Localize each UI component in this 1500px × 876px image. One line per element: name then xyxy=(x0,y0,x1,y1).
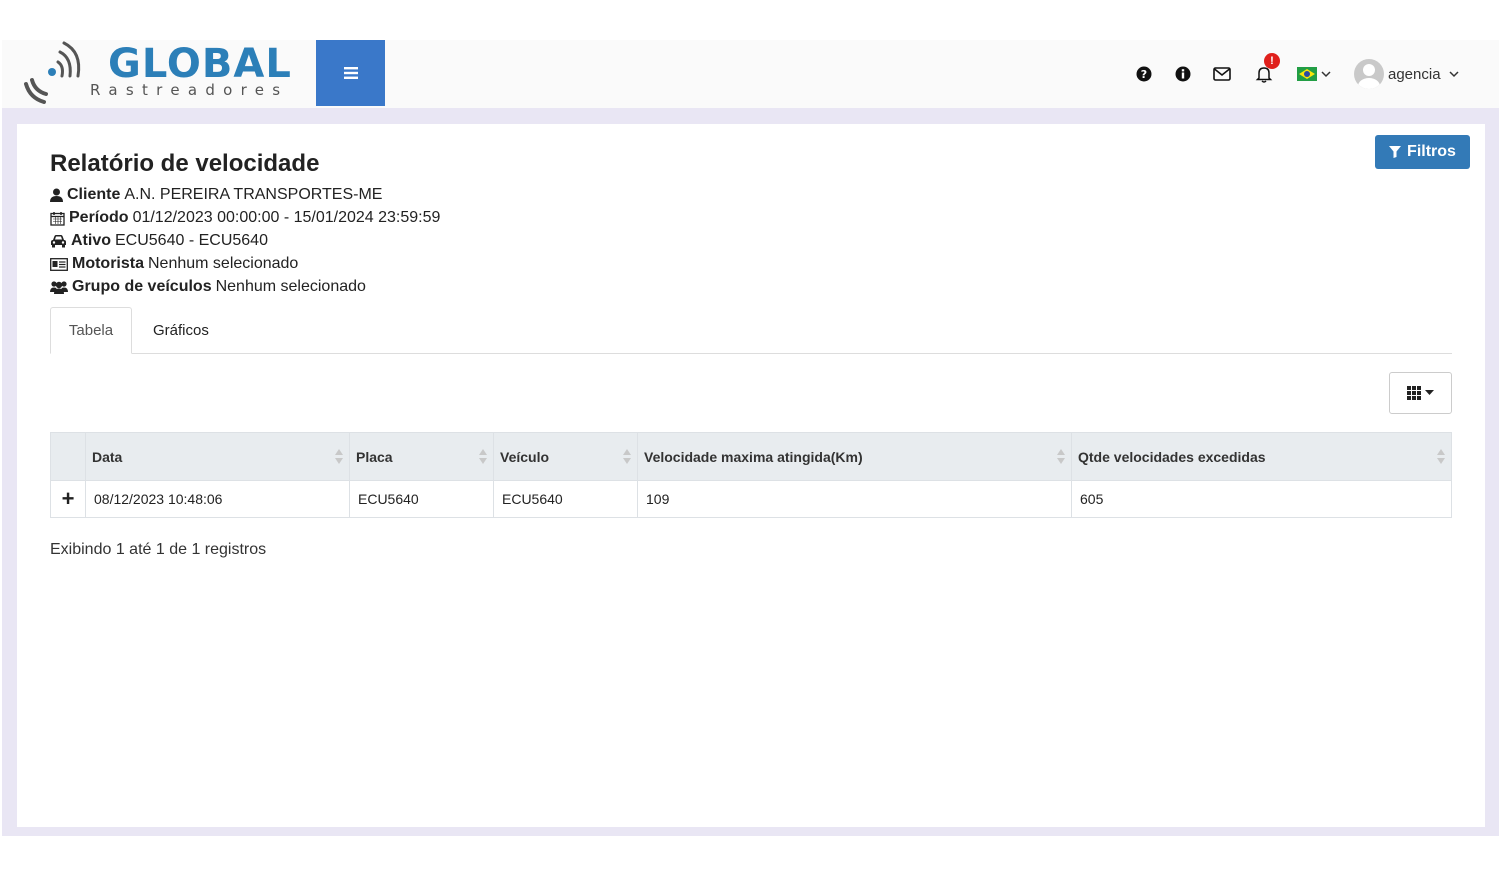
col-velocidade-label: Velocidade maxima atingida(Km) xyxy=(644,448,863,465)
sort-icon xyxy=(1057,449,1065,465)
sort-icon xyxy=(479,449,487,465)
info-motorista-value: Nenhum selecionado xyxy=(148,255,299,272)
col-data-label: Data xyxy=(92,448,123,465)
col-placa[interactable]: Placa xyxy=(349,432,494,481)
filters-button[interactable]: Filtros xyxy=(1375,135,1470,169)
sort-icon xyxy=(1437,449,1445,465)
column-toggle-button[interactable] xyxy=(1389,372,1452,414)
report-panel: Filtros Relatório de velocidade Cliente … xyxy=(17,124,1485,827)
menu-toggle-button[interactable] xyxy=(316,40,385,106)
brand-name: GLOBAL xyxy=(108,41,292,87)
user-icon xyxy=(50,188,63,202)
filter-icon xyxy=(1389,146,1402,158)
calendar-icon xyxy=(50,211,65,226)
cell-veiculo: ECU5640 xyxy=(493,480,638,518)
info-periodo-value: 01/12/2023 00:00:00 - 15/01/2024 23:59:5… xyxy=(132,209,441,226)
col-velocidade[interactable]: Velocidade maxima atingida(Km) xyxy=(637,432,1072,481)
caret-down-icon xyxy=(1425,390,1434,395)
bars-icon xyxy=(343,67,358,79)
top-navbar: GLOBAL Rastreadores ? ! agencia xyxy=(2,40,1499,108)
language-selector[interactable] xyxy=(1294,62,1334,86)
col-qtde-label: Qtde velocidades excedidas xyxy=(1078,448,1266,465)
info-cliente-value: A.N. PEREIRA TRANSPORTES-ME xyxy=(124,186,383,203)
info-button[interactable] xyxy=(1171,62,1195,86)
signal-icon xyxy=(24,41,81,104)
cell-placa: ECU5640 xyxy=(349,480,494,518)
notification-badge: ! xyxy=(1264,53,1280,69)
notifications-button[interactable]: ! xyxy=(1252,53,1280,86)
col-qtde[interactable]: Qtde velocidades excedidas xyxy=(1071,432,1452,481)
app-frame: GLOBAL Rastreadores ? ! agencia Filtros … xyxy=(2,40,1499,836)
envelope-icon xyxy=(1213,67,1231,81)
info-ativo-label: Ativo xyxy=(71,232,111,249)
info-grupo-value: Nenhum selecionado xyxy=(215,278,366,295)
user-menu[interactable]: agencia xyxy=(1354,58,1459,90)
messages-button[interactable] xyxy=(1210,62,1234,86)
brazil-flag-icon xyxy=(1297,67,1317,81)
help-button[interactable]: ? xyxy=(1132,62,1156,86)
speed-report-table: Data Placa Veículo Velocidade maxima ati… xyxy=(50,432,1452,518)
expand-row-button[interactable]: + xyxy=(50,480,86,518)
info-motorista-label: Motorista xyxy=(72,255,144,272)
chevron-down-icon xyxy=(1321,71,1331,78)
col-data[interactable]: Data xyxy=(85,432,350,481)
grid-icon xyxy=(1407,386,1421,400)
table-row: + 08/12/2023 10:48:06 ECU5640 ECU5640 10… xyxy=(50,480,1452,518)
info-grupo: Grupo de veículos Nenhum selecionado xyxy=(50,278,366,296)
brand-tagline: Rastreadores xyxy=(90,81,289,99)
brand-logo[interactable]: GLOBAL Rastreadores xyxy=(20,40,310,108)
cell-velocidade: 109 xyxy=(637,480,1072,518)
svg-text:?: ? xyxy=(1141,68,1147,81)
cell-data: 08/12/2023 10:48:06 xyxy=(85,480,350,518)
info-periodo-label: Período xyxy=(69,209,129,226)
cell-qtde: 605 xyxy=(1071,480,1452,518)
sort-icon xyxy=(335,449,343,465)
sort-icon xyxy=(623,449,631,465)
info-ativo: Ativo ECU5640 - ECU5640 xyxy=(50,232,268,250)
col-placa-label: Placa xyxy=(356,448,393,465)
filters-button-label: Filtros xyxy=(1407,143,1456,160)
users-icon xyxy=(50,281,68,294)
id-card-icon xyxy=(50,257,68,271)
info-periodo: Período 01/12/2023 00:00:00 - 15/01/2024… xyxy=(50,209,440,227)
info-circle-icon xyxy=(1175,66,1191,82)
info-motorista: Motorista Nenhum selecionado xyxy=(50,255,298,273)
info-cliente-label: Cliente xyxy=(67,186,121,203)
col-expand xyxy=(50,432,86,481)
table-header-row: Data Placa Veículo Velocidade maxima ati… xyxy=(50,432,1452,481)
col-veiculo[interactable]: Veículo xyxy=(493,432,638,481)
info-cliente: Cliente A.N. PEREIRA TRANSPORTES-ME xyxy=(50,186,382,204)
info-grupo-label: Grupo de veículos xyxy=(72,278,212,295)
col-veiculo-label: Veículo xyxy=(500,448,550,465)
tab-graficos[interactable]: Gráficos xyxy=(153,307,209,354)
car-icon xyxy=(51,235,66,248)
user-name: agencia xyxy=(1388,65,1441,83)
question-circle-icon: ? xyxy=(1136,66,1152,82)
avatar xyxy=(1354,59,1384,89)
info-ativo-value: ECU5640 - ECU5640 xyxy=(115,232,268,249)
chevron-down-icon xyxy=(1449,71,1459,78)
tab-tabela[interactable]: Tabela xyxy=(50,307,132,354)
records-count: Exibindo 1 até 1 de 1 registros xyxy=(50,541,267,558)
page-title: Relatório de velocidade xyxy=(50,150,320,177)
report-tabs: Tabela Gráficos xyxy=(50,307,1452,354)
